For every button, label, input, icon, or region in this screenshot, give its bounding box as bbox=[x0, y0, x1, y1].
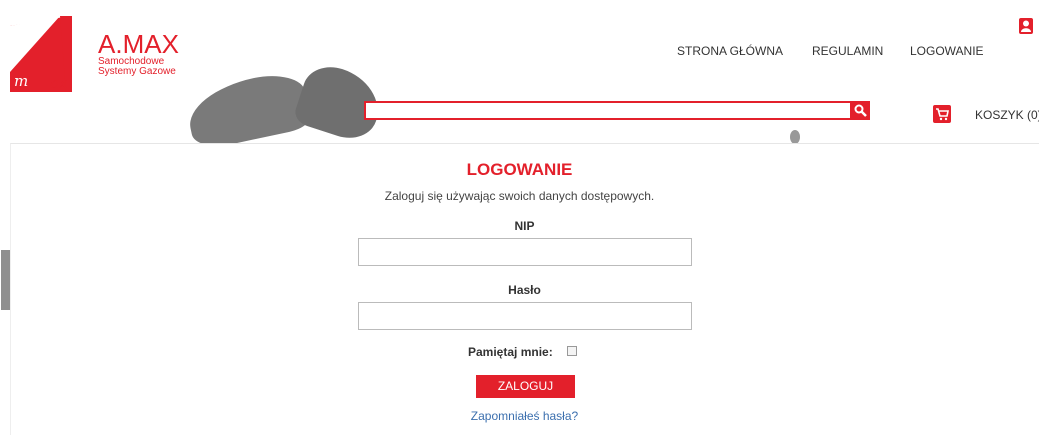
search-button[interactable] bbox=[851, 101, 870, 120]
search-icon bbox=[854, 104, 867, 117]
site-logo[interactable]: m ax A.MAX Samochodowe Systemy Gazowe bbox=[10, 16, 200, 96]
search-input[interactable] bbox=[364, 101, 852, 120]
nav-link-home[interactable]: STRONA GŁÓWNA bbox=[677, 44, 783, 58]
password-field[interactable] bbox=[358, 302, 692, 330]
nav-link-login[interactable]: LOGOWANIE bbox=[910, 44, 984, 58]
remember-me-checkbox[interactable] bbox=[567, 346, 577, 356]
login-button[interactable]: ZALOGUJ bbox=[476, 375, 575, 398]
nip-label: NIP bbox=[514, 219, 535, 233]
cart-link[interactable]: KOSZYK (0) bbox=[975, 108, 1039, 122]
forgot-password-link[interactable]: Zapomniałeś hasła? bbox=[0, 409, 1039, 423]
cart-icon[interactable] bbox=[933, 105, 951, 123]
logo-tagline: Samochodowe Systemy Gazowe bbox=[98, 57, 176, 77]
logo-mark: m ax bbox=[10, 16, 72, 92]
nip-field[interactable] bbox=[358, 238, 692, 266]
remember-me-label: Pamiętaj mnie: bbox=[468, 345, 553, 359]
map-background-shape bbox=[183, 68, 313, 152]
page-title: LOGOWANIE bbox=[466, 160, 573, 179]
nav-link-rules[interactable]: REGULAMIN bbox=[812, 44, 883, 58]
svg-text:ax: ax bbox=[50, 74, 68, 92]
map-background-shape bbox=[790, 130, 800, 144]
password-label: Hasło bbox=[508, 283, 541, 297]
login-instructions: Zaloguj się używając swoich danych dostę… bbox=[384, 189, 655, 203]
user-icon[interactable] bbox=[1019, 18, 1033, 34]
svg-text:m: m bbox=[14, 72, 28, 90]
logo-tagline-line2: Systemy Gazowe bbox=[98, 66, 176, 77]
logo-brand-text: A.MAX bbox=[98, 29, 179, 59]
